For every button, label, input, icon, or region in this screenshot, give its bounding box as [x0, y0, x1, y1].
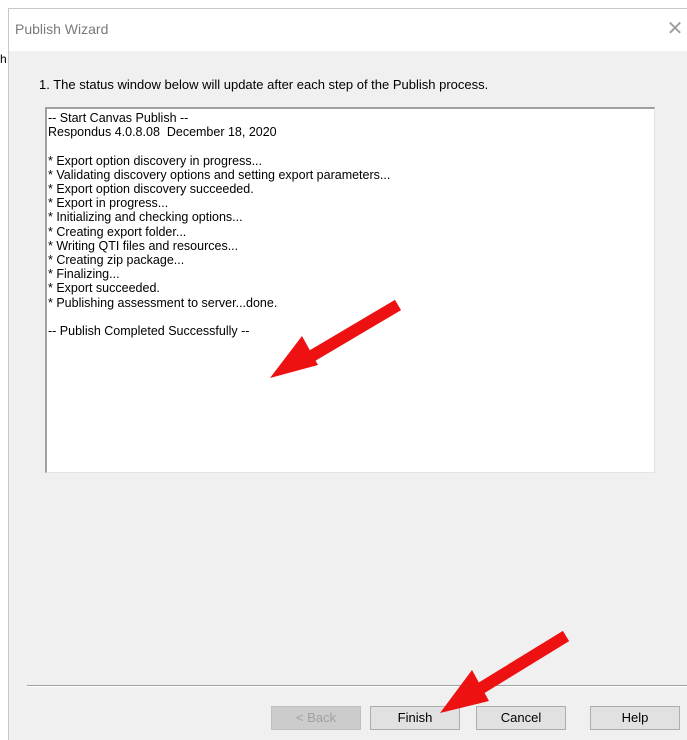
status-line: * Creating export folder... — [48, 224, 187, 239]
step-instruction: 1. The status window below will update a… — [39, 77, 489, 92]
close-icon[interactable]: ✕ — [663, 19, 687, 39]
status-line: * Export option discovery succeeded. — [48, 182, 254, 196]
cancel-button[interactable]: Cancel — [476, 706, 566, 730]
status-line: * Export succeeded. — [48, 281, 160, 296]
status-line: * Writing QTI files and resources... — [48, 238, 239, 253]
background-text-fragment: h — [0, 52, 7, 66]
status-line: * Creating zip package... — [48, 253, 185, 268]
status-line: * Finalizing... — [48, 267, 120, 282]
button-divider — [27, 685, 687, 687]
status-line: -- Start Canvas Publish -- — [48, 111, 189, 125]
help-button[interactable]: Help — [590, 706, 680, 730]
publish-wizard-dialog: Publish Wizard ✕ 1. The status window be… — [8, 8, 687, 740]
finish-button[interactable]: Finish — [370, 706, 460, 730]
screenshot: h Publish Wizard ✕ 1. The status window … — [0, 0, 687, 740]
status-line: * Export option discovery in progress... — [48, 153, 262, 168]
status-window[interactable]: -- Start Canvas Publish -- Respondus 4.0.… — [45, 107, 655, 473]
status-line: -- Publish Completed Successfully -- — [48, 324, 250, 339]
back-button[interactable]: < Back — [271, 706, 361, 730]
status-line: * Publishing assessment to server...done… — [48, 295, 278, 310]
status-line: * Initializing and checking options... — [48, 210, 243, 225]
status-line — [48, 139, 654, 153]
status-line — [48, 310, 654, 324]
status-line: * Validating discovery options and setti… — [48, 167, 391, 182]
window-title: Publish Wizard — [15, 21, 109, 37]
status-line: * Export in progress... — [48, 196, 169, 211]
status-line: Respondus 4.0.8.08 December 18, 2020 — [48, 125, 277, 140]
title-bar: Publish Wizard ✕ — [9, 9, 687, 51]
